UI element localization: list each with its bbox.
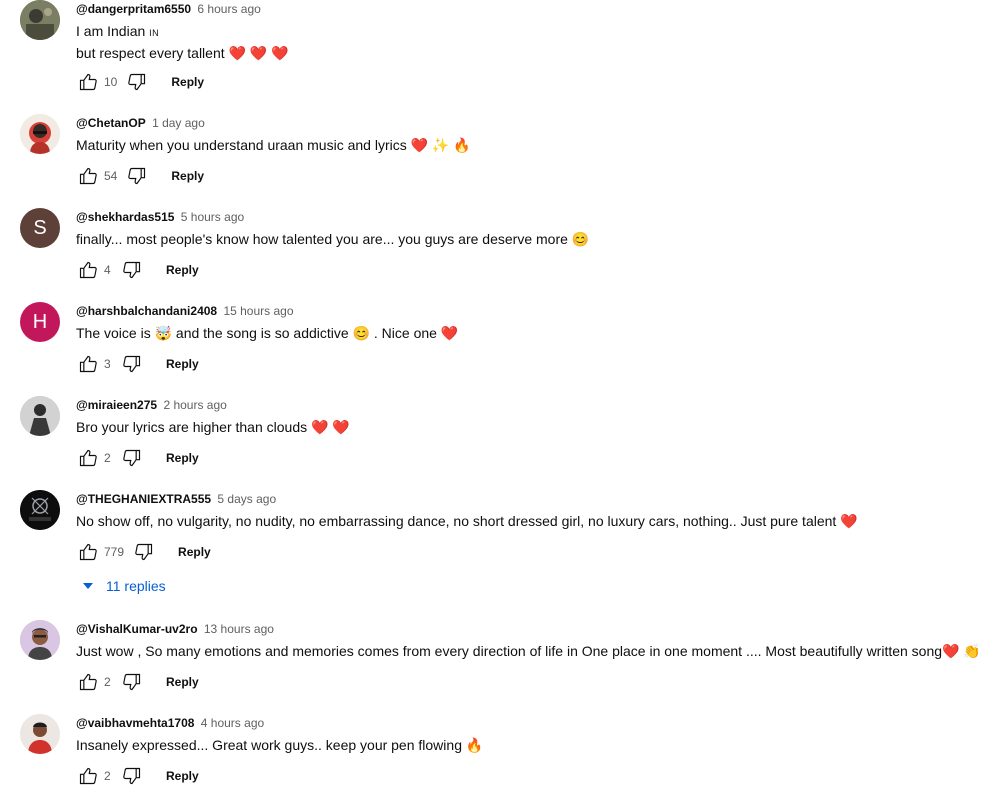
comment-actions: 2 Reply (76, 442, 205, 474)
caret-down-icon (83, 583, 93, 589)
comment-actions: 779 Reply (76, 536, 217, 568)
comment-actions: 54 Reply (76, 160, 210, 192)
like-count: 779 (104, 545, 125, 559)
avatar-letter: H (32, 310, 48, 333)
thumbs-up-icon[interactable] (76, 540, 100, 564)
comment-author[interactable]: @harshbalchandani2408 (76, 304, 217, 318)
flag-text: IN (149, 28, 160, 38)
reply-button[interactable]: Reply (160, 447, 205, 469)
avatar-photo (20, 114, 60, 154)
comment-text: No show off, no vulgarity, no nudity, no… (76, 513, 858, 529)
like-count: 3 (104, 357, 111, 371)
comment-author[interactable]: @dangerpritam6550 (76, 2, 191, 16)
avatar[interactable]: S (20, 208, 60, 248)
comment-actions: 2 Reply (76, 666, 205, 698)
avatar-photo (20, 714, 60, 754)
comment-timestamp[interactable]: 5 days ago (217, 492, 276, 506)
comment-text: I am Indian IN but respect every tallent… (76, 21, 995, 63)
thumbs-down-icon[interactable] (125, 70, 149, 94)
comment-timestamp[interactable]: 1 day ago (152, 116, 205, 130)
comment-author[interactable]: @THEGHANIEXTRA555 (76, 492, 211, 506)
reply-button[interactable]: Reply (160, 259, 205, 281)
comment-timestamp[interactable]: 6 hours ago (197, 2, 260, 16)
comment-text-line: I am Indian (76, 23, 146, 39)
comment-author[interactable]: @VishalKumar-uv2ro (76, 622, 198, 636)
like-count: 2 (104, 675, 111, 689)
avatar[interactable] (20, 114, 60, 154)
comment-text: Just wow , So many emotions and memories… (76, 643, 981, 659)
comment-author[interactable]: @ChetanOP (76, 116, 146, 130)
avatar[interactable] (20, 0, 60, 40)
like-count: 2 (104, 451, 111, 465)
thumbs-down-icon[interactable] (120, 446, 144, 470)
thumbs-up-icon[interactable] (76, 164, 100, 188)
like-count: 4 (104, 263, 111, 277)
avatar-photo (20, 620, 60, 660)
avatar[interactable] (20, 620, 60, 660)
comment-timestamp[interactable]: 13 hours ago (204, 622, 274, 636)
replies-count-label: 11 replies (106, 578, 166, 594)
thumbs-up-icon[interactable] (76, 670, 100, 694)
like-count: 10 (104, 75, 118, 89)
reply-button[interactable]: Reply (172, 541, 217, 563)
reply-button[interactable]: Reply (160, 353, 205, 375)
comment-author[interactable]: @shekhardas515 (76, 210, 174, 224)
avatar[interactable] (20, 490, 60, 530)
comment-text-line: but respect every tallent ❤️ ❤️ ❤️ (76, 45, 289, 61)
avatar-photo (20, 0, 60, 40)
view-replies-button[interactable]: 11 replies (76, 574, 166, 598)
thumbs-up-icon[interactable] (76, 258, 100, 282)
thumbs-down-icon[interactable] (125, 164, 149, 188)
avatar-logo (20, 490, 60, 530)
avatar-photo (20, 396, 60, 436)
comment-text: The voice is 🤯 and the song is so addict… (76, 325, 459, 341)
thumbs-down-icon[interactable] (132, 540, 156, 564)
comment-timestamp[interactable]: 4 hours ago (201, 716, 264, 730)
comment-actions: 3 Reply (76, 348, 205, 380)
comment-author[interactable]: @miraieen275 (76, 398, 157, 412)
comment-author[interactable]: @vaibhavmehta1708 (76, 716, 194, 730)
thumbs-down-icon[interactable] (120, 258, 144, 282)
comment-text: Maturity when you understand uraan music… (76, 137, 471, 153)
avatar[interactable]: H (20, 302, 60, 342)
thumbs-down-icon[interactable] (120, 352, 144, 376)
reply-button[interactable]: Reply (160, 671, 205, 693)
thumbs-up-icon[interactable] (76, 70, 100, 94)
thumbs-down-icon[interactable] (120, 764, 144, 788)
like-count: 54 (104, 169, 118, 183)
thumbs-up-icon[interactable] (76, 352, 100, 376)
avatar-letter: S (33, 216, 47, 239)
thumbs-up-icon[interactable] (76, 446, 100, 470)
comment-actions: 10 Reply (76, 66, 210, 98)
reply-button[interactable]: Reply (160, 765, 205, 787)
thumbs-up-icon[interactable] (76, 764, 100, 788)
comment-actions: 4 Reply (76, 254, 205, 286)
comment-timestamp[interactable]: 5 hours ago (181, 210, 244, 224)
comment-text: finally... most people's know how talent… (76, 231, 590, 247)
like-count: 2 (104, 769, 111, 783)
comment-actions: 2 Reply (76, 760, 205, 792)
thumbs-down-icon[interactable] (120, 670, 144, 694)
comment-text: Bro your lyrics are higher than clouds ❤… (76, 419, 350, 435)
comment-timestamp[interactable]: 15 hours ago (223, 304, 293, 318)
reply-button[interactable]: Reply (165, 165, 210, 187)
reply-button[interactable]: Reply (165, 71, 210, 93)
avatar[interactable] (20, 396, 60, 436)
avatar[interactable] (20, 714, 60, 754)
comment-text: Insanely expressed... Great work guys.. … (76, 737, 484, 753)
comment-timestamp[interactable]: 2 hours ago (163, 398, 226, 412)
